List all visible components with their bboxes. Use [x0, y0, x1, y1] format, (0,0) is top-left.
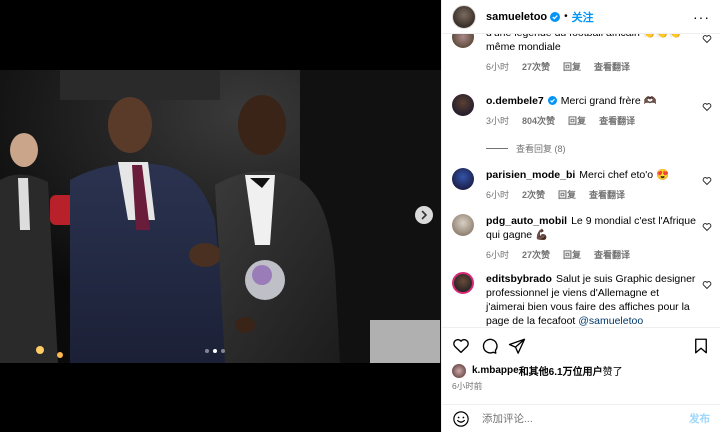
likes-others[interactable]: 和其他6.1万位用户 — [519, 363, 603, 378]
heart-icon[interactable] — [702, 102, 712, 112]
author-avatar[interactable] — [452, 4, 476, 29]
translate-button[interactable]: 查看翻译 — [589, 188, 625, 202]
heart-icon[interactable] — [702, 280, 712, 290]
post-header: samueletoo • 关注 ··· — [442, 0, 720, 34]
commenter-avatar[interactable] — [452, 272, 474, 294]
reply-button[interactable]: 回复 — [558, 188, 576, 202]
translate-button[interactable]: 查看翻译 — [594, 248, 630, 262]
comment-composer: 发布 — [442, 404, 720, 432]
comment-body: parisien_mode_bi Merci chef eto'o 😍 6小时 2… — [486, 168, 712, 202]
verified-badge-icon — [550, 11, 561, 22]
heart-icon[interactable] — [702, 222, 712, 232]
likes-suffix: 赞了 — [602, 367, 623, 378]
view-replies-button[interactable]: 查看回复 (8) — [486, 142, 566, 155]
replies-divider — [486, 148, 508, 149]
comment-item: pdg_auto_mobil Le 9 mondial c'est l'Afriq… — [452, 214, 712, 262]
comment-body: pdg_auto_mobil Le 9 mondial c'est l'Afriq… — [486, 214, 712, 262]
post-comment-button[interactable]: 发布 — [689, 411, 710, 426]
reply-button[interactable]: 回复 — [563, 60, 581, 74]
action-bar — [442, 327, 720, 363]
comment-body: o.dembele7 Merci grand frère 🫶🏿 3小时 804次赞… — [486, 94, 712, 128]
post-photo — [0, 70, 441, 363]
translate-button[interactable]: 查看翻译 — [599, 114, 635, 128]
comment-time: 3小时 — [486, 116, 510, 126]
comment-body: editsbybrado Salut je suis Graphic design… — [486, 272, 712, 327]
post-dialog: samueletoo • 关注 ··· d'une légende du foo… — [0, 0, 720, 432]
comment-username[interactable]: o.dembele7 — [486, 95, 544, 107]
next-photo-button[interactable] — [415, 206, 433, 224]
media-pane — [0, 0, 441, 432]
verified-badge-icon — [547, 96, 557, 105]
comment-likes[interactable]: 804次赞 — [522, 114, 555, 128]
chevron-right-icon — [421, 210, 428, 220]
emoji-icon[interactable] — [452, 410, 470, 428]
comment-likes[interactable]: 2次赞 — [522, 188, 545, 202]
carousel-indicator — [205, 349, 225, 353]
comment-input[interactable] — [482, 412, 689, 425]
comment-text: Merci grand frère 🫶🏿 — [560, 95, 657, 107]
comment-body: d'une légende du football africain 👏👏👏 m… — [486, 34, 712, 74]
commenter-avatar[interactable] — [452, 168, 474, 190]
comment-meta: 3小时 804次赞 回复 查看翻译 — [486, 114, 696, 128]
comment-meta: 6小时 2次赞 回复 查看翻译 — [486, 188, 696, 202]
follow-button[interactable]: 关注 — [572, 9, 594, 25]
carousel-dot — [221, 349, 225, 353]
likes-summary: k.mbappe 和其他6.1万位用户 赞了 — [452, 363, 710, 378]
author-username[interactable]: samueletoo — [486, 11, 547, 23]
comment-item: o.dembele7 Merci grand frère 🫶🏿 3小时 804次赞… — [452, 94, 712, 128]
carousel-dot-active — [213, 349, 217, 353]
view-replies-label: 查看回复 (8) — [516, 144, 566, 154]
comment-text: Merci chef eto'o 😍 — [579, 169, 670, 181]
bookmark-icon[interactable] — [692, 337, 710, 355]
comment-text: d'une légende du football africain 👏👏👏 m… — [486, 34, 682, 53]
post-timestamp: 6小时前 — [452, 381, 483, 391]
comment-likes[interactable]: 27次赞 — [522, 248, 550, 262]
carousel-dot — [205, 349, 209, 353]
commenter-avatar[interactable] — [452, 214, 474, 236]
reply-button[interactable]: 回复 — [568, 114, 586, 128]
more-options-icon[interactable]: ··· — [693, 9, 710, 25]
commenter-avatar[interactable] — [452, 34, 474, 48]
comment-meta: 6小时 27次赞 回复 查看翻译 — [486, 248, 696, 262]
reply-button[interactable]: 回复 — [563, 248, 581, 262]
comment-username[interactable]: editsbybrado — [486, 273, 552, 285]
comment-username[interactable]: pdg_auto_mobil — [486, 215, 567, 227]
comment-time: 6小时 — [486, 190, 510, 200]
comment-likes[interactable]: 27次赞 — [522, 60, 550, 74]
comment-meta: 6小时 27次赞 回复 查看翻译 — [486, 60, 696, 74]
side-panel: samueletoo • 关注 ··· d'une légende du foo… — [441, 0, 720, 432]
liker-username[interactable]: k.mbappe — [472, 365, 519, 376]
comment-item: d'une légende du football africain 👏👏👏 m… — [452, 34, 712, 74]
heart-icon[interactable] — [452, 337, 470, 355]
comment-list[interactable]: d'une légende du football africain 👏👏👏 m… — [442, 34, 720, 327]
heart-icon[interactable] — [702, 176, 712, 186]
comment-time: 6小时 — [486, 62, 510, 72]
commenter-avatar[interactable] — [452, 94, 474, 116]
photo-illustration — [0, 70, 441, 363]
comment-time: 6小时 — [486, 250, 510, 260]
translate-button[interactable]: 查看翻译 — [594, 60, 630, 74]
comment-item: editsbybrado Salut je suis Graphic design… — [452, 272, 712, 327]
heart-icon[interactable] — [702, 34, 712, 44]
header-separator: • — [564, 11, 568, 22]
comment-mention[interactable]: @samueletoo — [578, 315, 643, 327]
comment-username[interactable]: parisien_mode_bi — [486, 169, 575, 181]
share-icon[interactable] — [508, 337, 526, 355]
comment-item: parisien_mode_bi Merci chef eto'o 😍 6小时 2… — [452, 168, 712, 202]
comment-icon[interactable] — [480, 337, 498, 355]
liker-avatar[interactable] — [452, 363, 466, 378]
